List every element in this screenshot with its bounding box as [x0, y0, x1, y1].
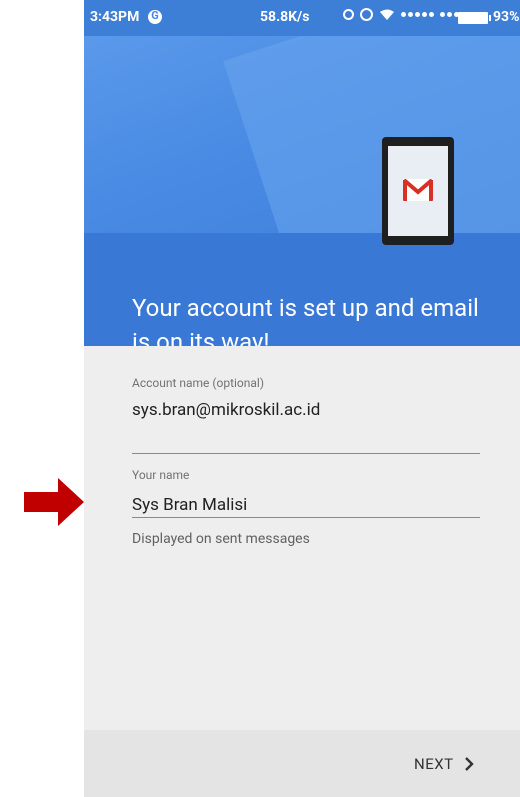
your-name-underline — [132, 517, 480, 518]
google-icon — [148, 9, 162, 24]
account-name-label: Account name (optional) — [132, 376, 265, 390]
status-bar: 3:43PM 58.8K/s 93% — [84, 0, 520, 36]
sync-icon — [343, 9, 354, 20]
device-illustration — [382, 137, 454, 245]
next-button[interactable]: NEXT — [414, 752, 476, 776]
alarm-icon — [360, 8, 373, 21]
gmail-icon — [403, 179, 433, 201]
phone-screen: 3:43PM 58.8K/s 93% — [84, 0, 520, 797]
arrow-right-icon — [24, 478, 84, 526]
chevron-right-icon — [464, 757, 474, 771]
account-name-input[interactable] — [132, 398, 480, 422]
wifi-icon — [380, 9, 394, 20]
signal-icon — [401, 12, 434, 17]
page-title: Your account is set up and email is on i… — [132, 294, 479, 346]
status-time: 3:43PM — [90, 9, 140, 25]
status-icons — [343, 8, 473, 21]
your-name-label: Your name — [132, 468, 190, 482]
your-name-hint: Displayed on sent messages — [132, 531, 310, 547]
next-label: NEXT — [414, 755, 454, 773]
bottom-bar: NEXT — [84, 730, 520, 797]
setup-header: Your account is set up and email is on i… — [84, 36, 520, 346]
your-name-input[interactable] — [132, 493, 480, 517]
status-speed: 58.8K/s — [260, 9, 310, 25]
battery-icon — [458, 12, 491, 24]
account-name-underline — [132, 453, 480, 454]
battery-percent: 93% — [493, 9, 520, 25]
